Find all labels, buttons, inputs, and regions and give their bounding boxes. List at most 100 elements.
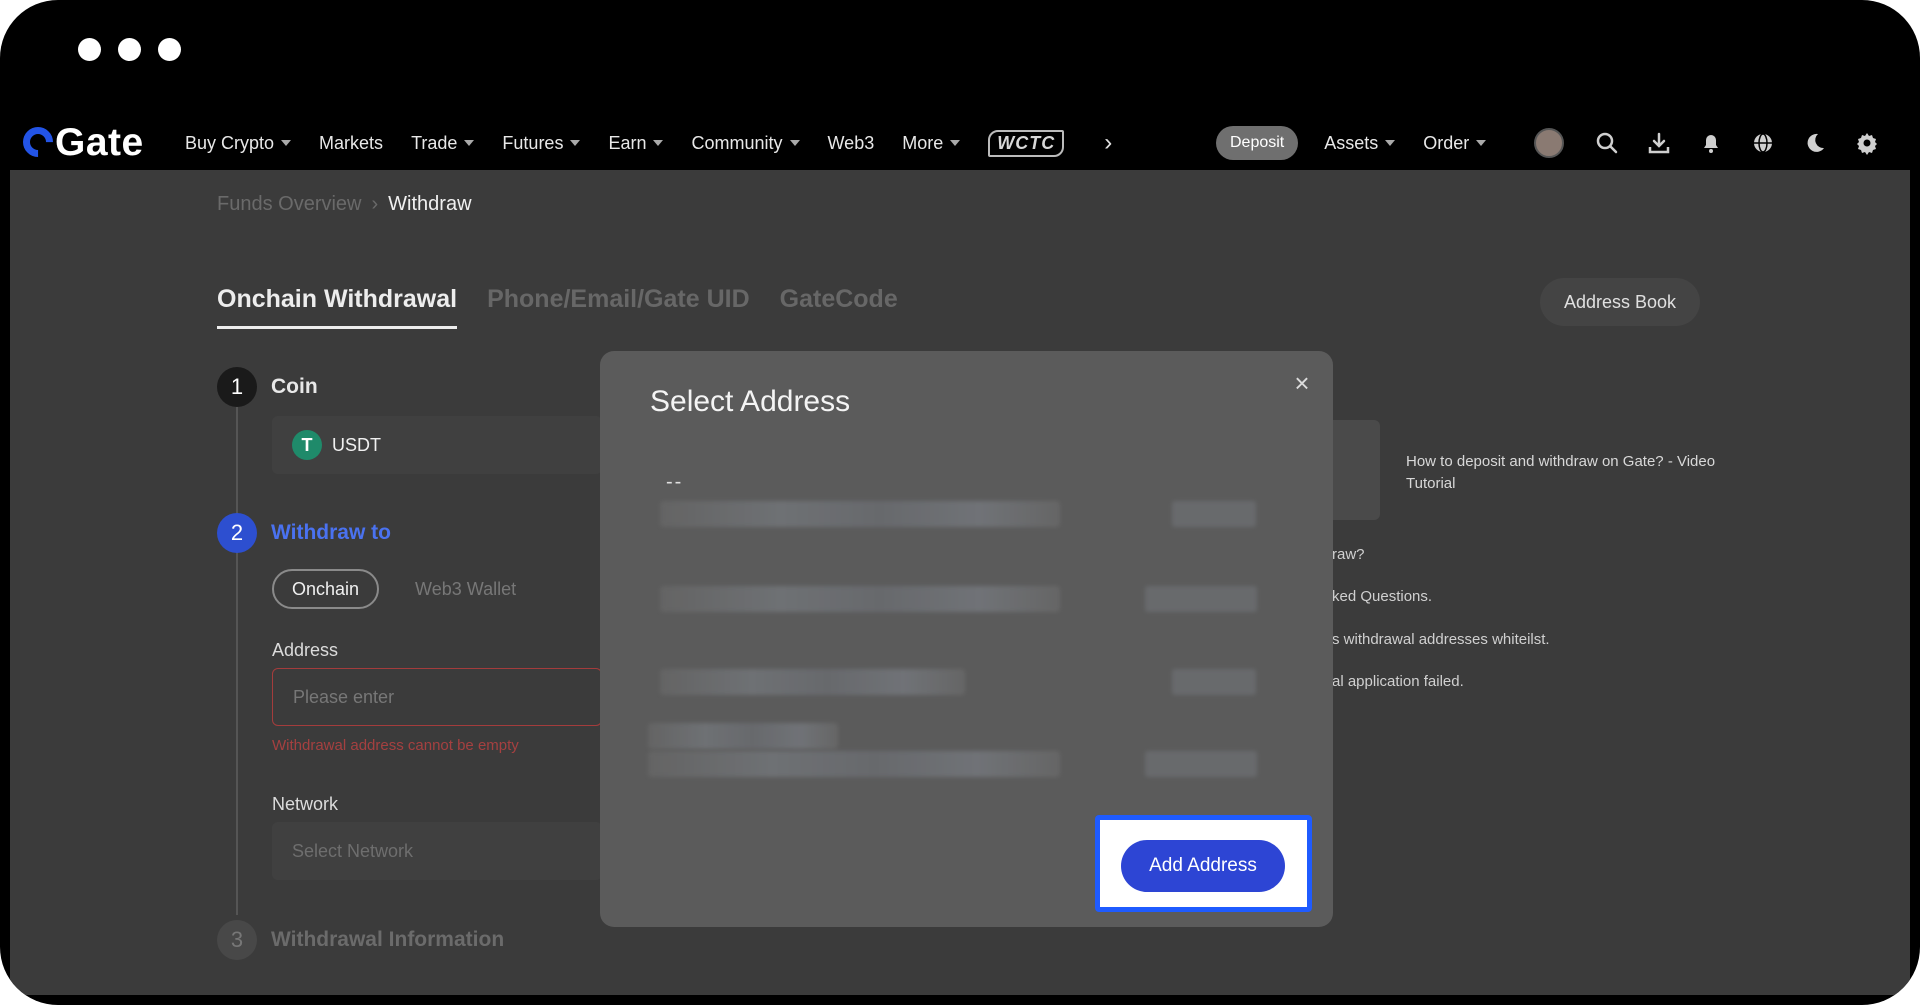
- caret-down-icon: [950, 140, 961, 146]
- nav-label: Markets: [319, 132, 384, 153]
- nav-web3[interactable]: Web3: [828, 133, 875, 154]
- address-item-meta: [1172, 501, 1256, 527]
- nav-label: Web3: [827, 132, 875, 153]
- step-withdrawal-information: 3 Withdrawal Information: [217, 920, 504, 960]
- globe-icon[interactable]: [1750, 130, 1776, 156]
- caret-down-icon: [464, 140, 475, 146]
- address-item-meta: [1145, 751, 1257, 777]
- step-number: 3: [217, 920, 257, 960]
- address-item-meta: [1172, 669, 1256, 695]
- avatar[interactable]: [1534, 128, 1565, 158]
- address-book-button[interactable]: Address Book: [1540, 278, 1701, 326]
- faq-item[interactable]: ked Questions.: [1332, 588, 1432, 605]
- add-address-button[interactable]: Add Address: [1121, 840, 1285, 892]
- nav-more[interactable]: More: [902, 132, 961, 154]
- step-withdraw-to: 2 Withdraw to: [217, 513, 391, 553]
- usdt-coin-icon: T: [292, 430, 322, 460]
- top-navbar: Gate Buy Crypto Markets Trade Futures Ea…: [10, 116, 1910, 170]
- caret-down-icon: [1476, 140, 1487, 146]
- nav-order[interactable]: Order: [1423, 132, 1487, 154]
- nav-label: Buy Crypto: [185, 132, 275, 153]
- step-label: Withdrawal Information: [271, 928, 505, 951]
- breadcrumb-current: Withdraw: [388, 193, 472, 215]
- step-number: 1: [217, 367, 257, 407]
- browser-window: Gate Buy Crypto Markets Trade Futures Ea…: [0, 0, 1920, 1005]
- deposit-button[interactable]: Deposit: [1216, 126, 1299, 160]
- modal-title: Select Address: [650, 385, 851, 418]
- breadcrumb: Funds Overview › Withdraw: [217, 193, 472, 216]
- faq-item[interactable]: s withdrawal addresses whiteilst.: [1332, 631, 1550, 648]
- breadcrumb-funds-overview[interactable]: Funds Overview: [217, 193, 362, 216]
- select-address-modal: Select Address × -- Add Address: [600, 351, 1333, 927]
- window-dot-2[interactable]: [118, 38, 141, 61]
- gate-logo-icon: [16, 120, 60, 164]
- nav-label: Earn: [608, 132, 647, 153]
- nav-right-group: Deposit Assets Order: [1216, 116, 1906, 170]
- moon-icon[interactable]: [1802, 130, 1828, 156]
- video-tutorial-link[interactable]: How to deposit and withdraw on Gate? - V…: [1406, 451, 1726, 495]
- faq-item[interactable]: raw?: [1332, 546, 1365, 563]
- network-label: Network: [272, 794, 339, 814]
- withdraw-target-toggle: Onchain Web3 Wallet: [272, 569, 534, 609]
- nav-futures[interactable]: Futures: [502, 132, 581, 154]
- window-dot-3[interactable]: [158, 38, 181, 61]
- caret-down-icon: [789, 140, 800, 146]
- step-number: 2: [217, 513, 257, 553]
- nav-label: Futures: [502, 132, 564, 153]
- tab-gatecode[interactable]: GateCode: [780, 285, 898, 329]
- search-icon[interactable]: [1594, 130, 1620, 156]
- nav-label: Assets: [1324, 132, 1379, 153]
- breadcrumb-separator: ›: [371, 193, 379, 215]
- caret-down-icon: [570, 140, 581, 146]
- nav-label: Order: [1423, 132, 1470, 153]
- network-select[interactable]: Select Network: [272, 822, 602, 880]
- tab-onchain-withdrawal[interactable]: Onchain Withdrawal: [217, 285, 458, 329]
- address-item[interactable]: [660, 586, 1060, 612]
- address-item-meta: [1145, 586, 1257, 612]
- chevron-right-icon[interactable]: ›: [1104, 129, 1112, 157]
- nav-trade[interactable]: Trade: [411, 132, 475, 154]
- address-input[interactable]: [272, 668, 602, 726]
- caret-down-icon: [281, 140, 292, 146]
- caret-down-icon: [1385, 140, 1396, 146]
- address-item[interactable]: [660, 501, 1060, 527]
- nav-label: Community: [691, 132, 783, 153]
- window-controls: [78, 38, 181, 61]
- add-address-highlight: Add Address: [1095, 815, 1312, 912]
- faq-item[interactable]: al application failed.: [1332, 673, 1464, 690]
- address-error: Withdrawal address cannot be empty: [272, 737, 519, 754]
- nav-markets[interactable]: Markets: [319, 133, 383, 154]
- step-connector: [236, 535, 238, 915]
- address-label: Address: [272, 640, 339, 660]
- close-icon[interactable]: ×: [1290, 370, 1314, 396]
- caret-down-icon: [653, 140, 664, 146]
- step-coin: 1 Coin: [217, 367, 318, 407]
- step-label: Coin: [271, 375, 318, 398]
- coin-name: USDT: [332, 434, 381, 455]
- bell-icon[interactable]: [1698, 130, 1724, 156]
- nav-assets[interactable]: Assets: [1324, 132, 1396, 154]
- withdraw-tabs: Onchain Withdrawal Phone/Email/Gate UID …: [217, 285, 898, 329]
- web3-wallet-option[interactable]: Web3 Wallet: [397, 569, 534, 609]
- tab-phone-email-uid[interactable]: Phone/Email/Gate UID: [487, 285, 750, 329]
- window-dot-1[interactable]: [78, 38, 101, 61]
- address-item[interactable]: [648, 751, 1060, 777]
- nav-buy-crypto[interactable]: Buy Crypto: [185, 132, 292, 154]
- download-icon[interactable]: [1646, 130, 1672, 156]
- gate-logo-text: Gate: [55, 120, 144, 164]
- nav-label: Trade: [411, 132, 458, 153]
- address-item-label: --: [666, 471, 684, 493]
- wctc-badge[interactable]: WCTC: [988, 129, 1065, 157]
- address-item[interactable]: [660, 669, 965, 695]
- nav-label: More: [902, 132, 944, 153]
- coin-selector[interactable]: T USDT: [272, 416, 602, 474]
- main-menu: Buy Crypto Markets Trade Futures Earn Co…: [185, 116, 1152, 170]
- nav-community[interactable]: Community: [691, 132, 800, 154]
- step-connector: [236, 388, 238, 516]
- nav-earn[interactable]: Earn: [608, 132, 664, 154]
- step-label: Withdraw to: [271, 521, 391, 544]
- address-item-label: [648, 723, 838, 749]
- gate-logo[interactable]: Gate: [16, 120, 144, 164]
- onchain-option[interactable]: Onchain: [272, 569, 380, 609]
- gear-icon[interactable]: [1854, 130, 1880, 156]
